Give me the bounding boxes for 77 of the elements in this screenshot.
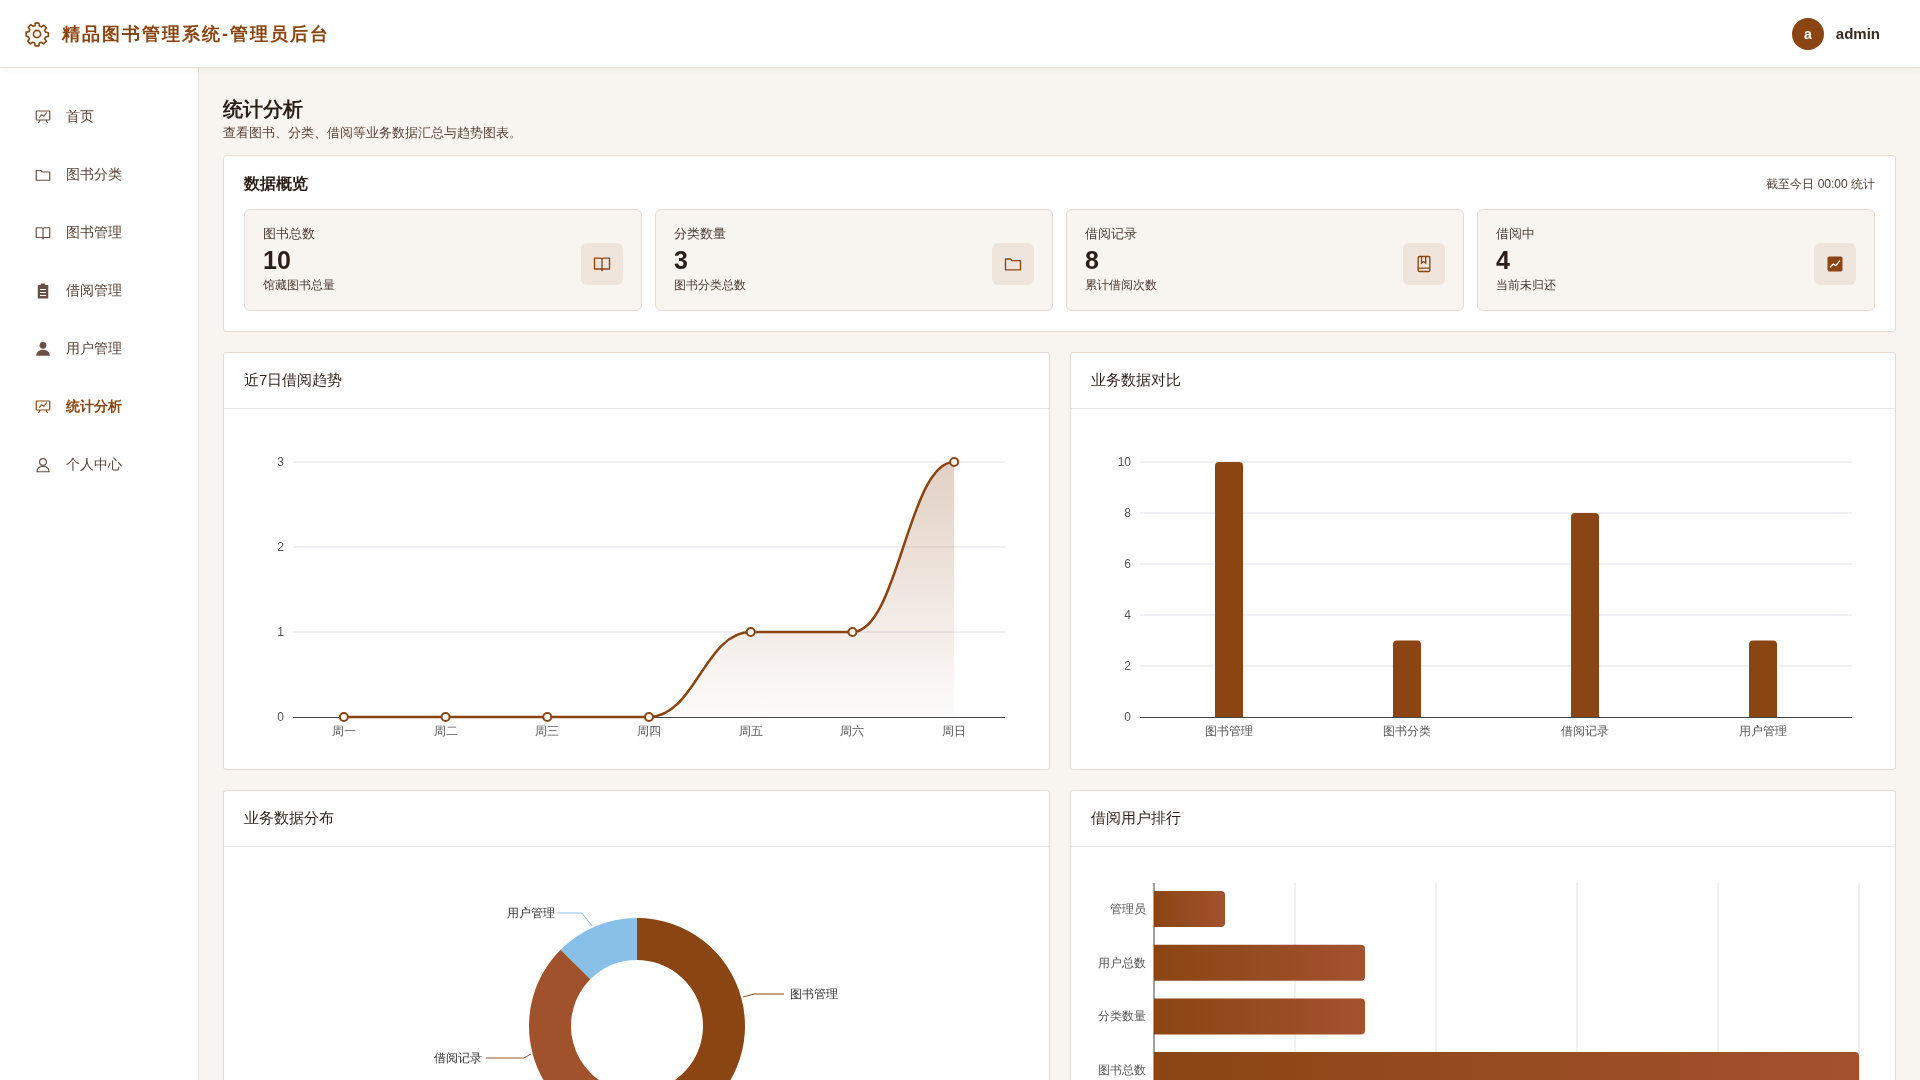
- stat-caption: 当前未归还: [1496, 277, 1556, 294]
- axis-label: 用户总数: [1097, 955, 1146, 970]
- user-name[interactable]: admin: [1835, 25, 1880, 42]
- stats-note: 截至今日 00:00 统计: [1766, 176, 1875, 193]
- sidebar-item[interactable]: 借阅管理: [0, 262, 198, 320]
- app-title: 精品图书管理系统-管理员后台: [62, 22, 330, 46]
- page-title: 统计分析: [223, 97, 304, 122]
- axis-label: 周一: [331, 724, 356, 738]
- data-point: [644, 712, 654, 722]
- leader-line: [742, 993, 785, 998]
- axis-label: 0: [1123, 710, 1131, 724]
- data-point: [847, 627, 858, 637]
- leader-line: [557, 912, 593, 927]
- stat-caption: 馆藏图书总量: [263, 277, 335, 294]
- presentation-board-icon: [34, 398, 52, 416]
- axis-label: 周三: [535, 724, 560, 738]
- open-book-icon: [34, 224, 52, 242]
- line-chart-icon: [1825, 254, 1845, 274]
- axis-label: 周二: [433, 724, 458, 738]
- stat-value: 3: [674, 245, 689, 275]
- sidebar-item[interactable]: 统计分析: [0, 378, 198, 436]
- axis-label: 图书管理: [1204, 724, 1253, 738]
- slice-label: 图书管理: [790, 987, 838, 1001]
- sidebar-item[interactable]: 首页: [0, 88, 198, 146]
- data-point: [745, 627, 756, 637]
- axis-label: 1: [277, 625, 284, 639]
- stat-label: 分类数量: [674, 225, 727, 243]
- panel-title: 数据概览: [244, 174, 308, 194]
- axis-label: 分类数量: [1097, 1009, 1146, 1024]
- sidebar-item[interactable]: 个人中心: [0, 436, 198, 494]
- sidebar-item[interactable]: 用户管理: [0, 320, 198, 378]
- axis-label: 图书分类: [1382, 724, 1431, 738]
- axis-label: 6: [1123, 557, 1131, 571]
- presentation-board-icon: [34, 108, 52, 126]
- user-icon: [34, 456, 52, 474]
- sidebar-item[interactable]: 图书管理: [0, 204, 198, 262]
- axis-label: 周五: [738, 724, 763, 738]
- axis-label: 周四: [637, 724, 661, 738]
- axis-label: 用户管理: [1738, 724, 1787, 738]
- settings-icon: [24, 20, 50, 47]
- panel-title: 业务数据对比: [1070, 353, 1895, 409]
- axis-label: 周日: [942, 724, 967, 738]
- bar: [1153, 891, 1225, 927]
- stat-label: 借阅中: [1496, 225, 1536, 243]
- data-point: [338, 712, 349, 722]
- axis-label: 2: [277, 540, 284, 554]
- axis-label: 周六: [840, 724, 865, 738]
- data-point: [440, 712, 451, 722]
- stat-label: 借阅记录: [1085, 225, 1138, 243]
- axis-label: 0: [277, 710, 284, 724]
- slice-label: 借阅记录: [434, 1051, 482, 1065]
- data-point: [949, 457, 960, 467]
- stat-value: 10: [263, 245, 292, 275]
- axis-label: 3: [277, 455, 284, 469]
- axis-label: 图书总数: [1097, 1063, 1146, 1078]
- user-avatar[interactable]: a: [1791, 17, 1824, 50]
- axis-label: 管理员: [1109, 902, 1146, 916]
- stat-label: 图书总数: [263, 225, 316, 243]
- axis-label: 4: [1123, 608, 1131, 622]
- stat-caption: 图书分类总数: [674, 277, 746, 294]
- panel-title: 借阅用户排行: [1070, 791, 1895, 847]
- panel-title: 业务数据分布: [224, 791, 1049, 847]
- leader-line: [485, 1053, 532, 1059]
- axis-label: 10: [1117, 455, 1131, 469]
- axis-label: 8: [1123, 506, 1131, 520]
- user-icon: [34, 340, 52, 358]
- stat-caption: 累计借阅次数: [1085, 277, 1157, 294]
- open-book-icon: [592, 254, 612, 274]
- panel-title: 近7日借阅趋势: [224, 353, 1049, 409]
- axis-label: 2: [1123, 659, 1131, 673]
- stat-value: 4: [1496, 245, 1511, 275]
- sidebar-item[interactable]: 图书分类: [0, 146, 198, 204]
- data-point: [542, 712, 553, 722]
- page-subtitle: 查看图书、分类、借阅等业务数据汇总与趋势图表。: [223, 125, 523, 142]
- stat-value: 8: [1085, 245, 1100, 275]
- axis-label: 借阅记录: [1560, 724, 1609, 738]
- slice-label: 用户管理: [507, 906, 555, 920]
